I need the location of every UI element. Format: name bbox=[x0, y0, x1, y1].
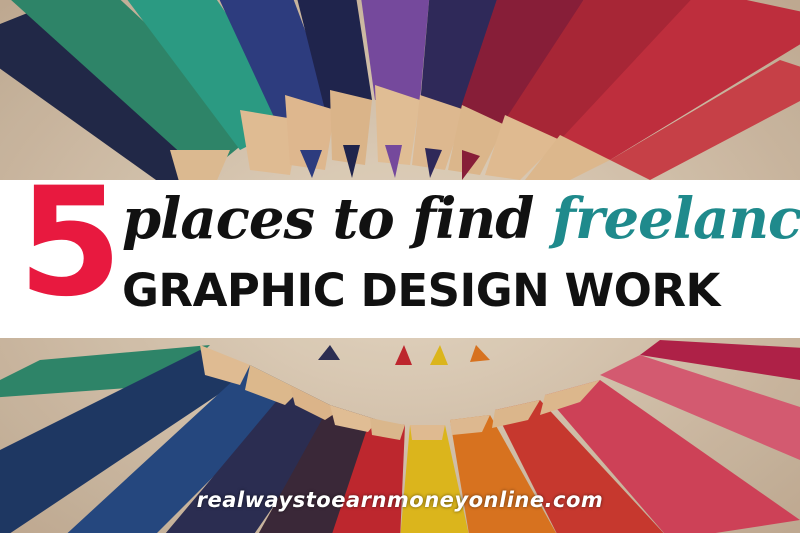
headline-line1-prefix: places to find bbox=[122, 186, 552, 252]
site-watermark: realwaystoearnmoneyonline.com bbox=[196, 488, 604, 512]
headline-line1: places to find freelance bbox=[122, 186, 800, 252]
headline-number: 5 bbox=[18, 156, 122, 330]
headline-line1-accent: freelance bbox=[551, 186, 800, 252]
graphic-canvas: 5 places to find freelance GRAPHIC DESIG… bbox=[0, 0, 800, 533]
headline-line2: GRAPHIC DESIGN WORK bbox=[122, 264, 720, 317]
